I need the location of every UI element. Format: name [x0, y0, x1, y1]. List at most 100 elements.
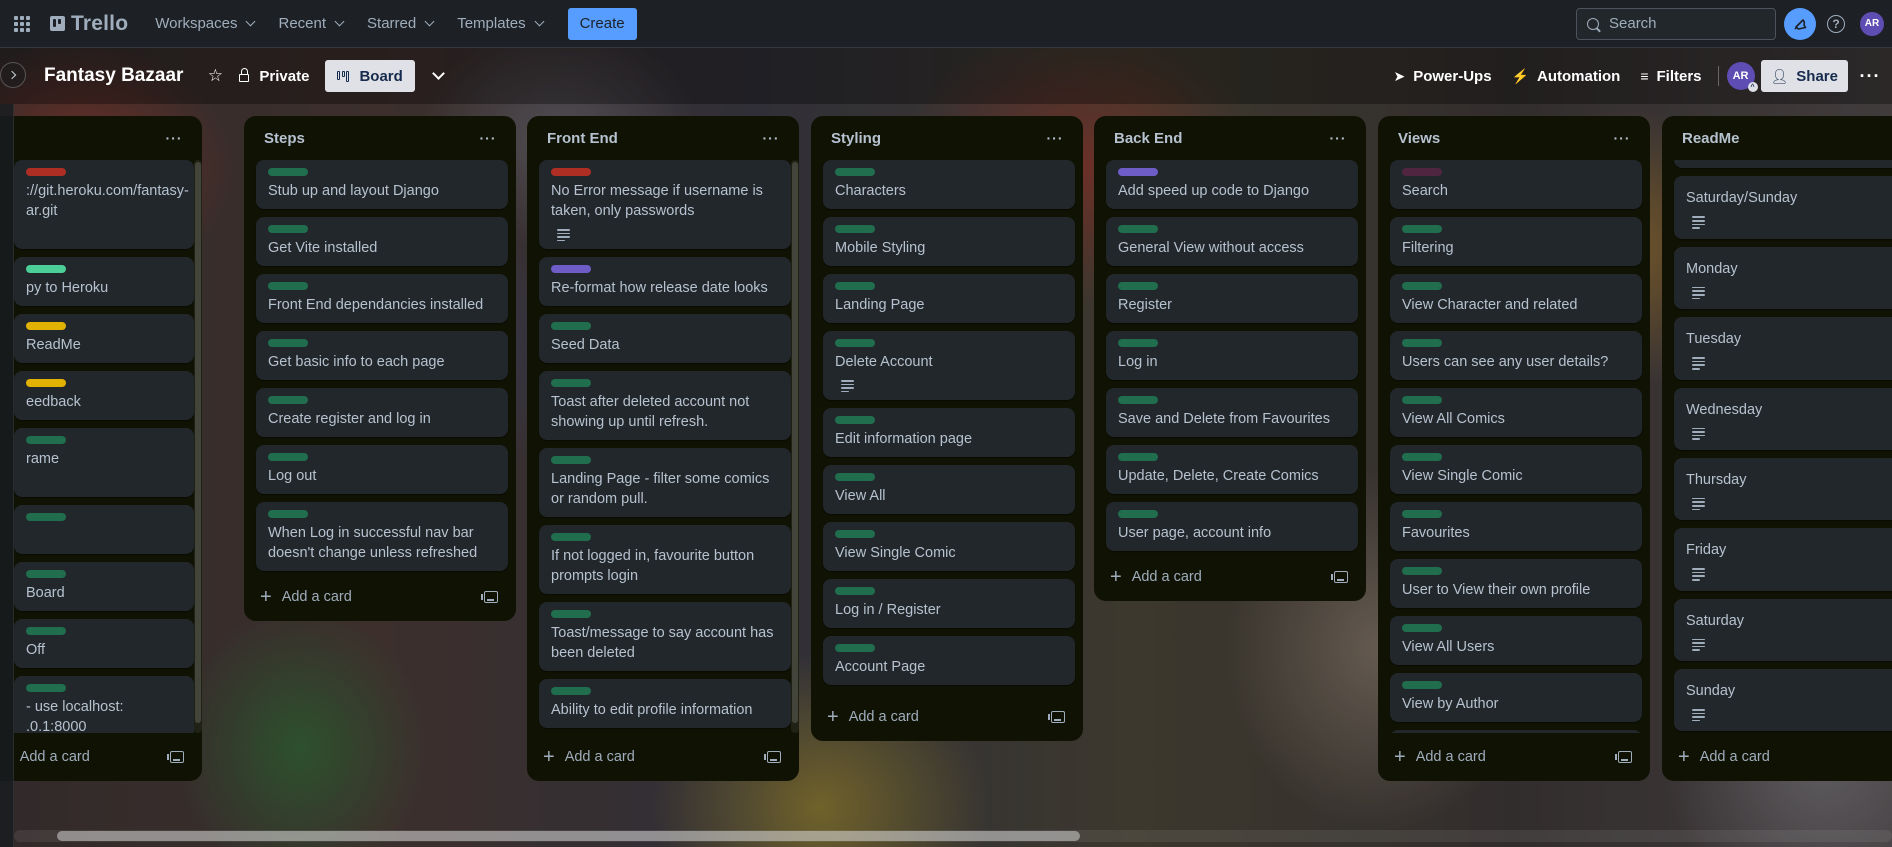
card-label-green[interactable] — [268, 453, 308, 461]
card-label-green[interactable] — [835, 587, 875, 596]
card[interactable]: Seed Data — [539, 314, 791, 364]
create-from-template-icon[interactable] — [167, 751, 184, 763]
list-title[interactable]: Front End — [547, 130, 755, 147]
list-title[interactable]: Styling — [831, 130, 1039, 147]
list-scrollbar[interactable] — [791, 160, 799, 733]
list-actions-button[interactable]: ··· — [755, 122, 787, 154]
card-label-green[interactable] — [1118, 396, 1158, 404]
help-button[interactable]: ? — [1820, 8, 1852, 40]
card[interactable]: Monday — [1674, 246, 1892, 310]
card[interactable]: General View without access — [1106, 217, 1358, 266]
card-label-yellow[interactable] — [26, 322, 66, 330]
switch-view-button[interactable] — [423, 60, 455, 92]
card-label-green[interactable] — [835, 644, 875, 653]
card[interactable]: eedback — [14, 371, 194, 420]
card-label-green[interactable] — [268, 168, 308, 176]
list-header[interactable]: ReadMe — [1662, 116, 1892, 160]
card[interactable]: Add speed up code to Django — [1106, 160, 1358, 209]
nav-recent[interactable]: Recent — [267, 8, 354, 40]
card-label-green[interactable] — [835, 416, 875, 425]
card-label-green[interactable] — [1402, 453, 1442, 461]
card[interactable]: Filtering — [1390, 217, 1642, 266]
card-label-green[interactable] — [268, 339, 308, 347]
card[interactable]: Landing Page - filter some comics or ran… — [539, 448, 791, 518]
list-title[interactable]: Back End — [1114, 130, 1322, 147]
account-avatar[interactable]: AR — [1860, 11, 1884, 36]
card-label-green[interactable] — [26, 513, 66, 521]
card[interactable]: Edit information page — [823, 408, 1075, 458]
card[interactable]: Wednesday — [1674, 387, 1892, 450]
board-menu-button[interactable]: ··· — [1854, 60, 1886, 92]
card[interactable]: Save and Delete from Favourites — [1106, 388, 1358, 437]
card[interactable]: Account Page — [823, 636, 1075, 686]
card[interactable]: User to View their own profile — [1390, 559, 1642, 608]
add-card-button[interactable]: + Add a card — [1110, 567, 1334, 587]
add-card-button[interactable]: + Add a card — [260, 587, 484, 607]
card-label-green[interactable] — [1402, 681, 1442, 689]
card[interactable]: py to Heroku — [14, 257, 194, 306]
card[interactable]: Ability to edit profile information — [539, 679, 791, 729]
list-title[interactable]: ning — [0, 130, 158, 147]
card-label-green[interactable] — [551, 533, 591, 542]
card-label-green[interactable] — [551, 687, 591, 696]
list-header[interactable]: ning ··· — [0, 116, 202, 160]
card[interactable]: Search — [1390, 160, 1642, 209]
card-label-purple[interactable] — [551, 265, 591, 274]
card-label-green[interactable] — [551, 456, 591, 465]
card-label-green[interactable] — [1402, 510, 1442, 518]
list-scrollbar-thumb[interactable] — [195, 162, 201, 723]
card[interactable]: Log out — [256, 445, 508, 494]
card[interactable]: Toast/message to say account has been de… — [539, 602, 791, 672]
list-title[interactable]: Views — [1398, 130, 1606, 147]
horizontal-scrollbar[interactable] — [14, 830, 1892, 842]
card[interactable]: Saturday/Sunday — [1674, 176, 1892, 239]
card[interactable]: Mobile Styling — [823, 217, 1075, 266]
card-label-green[interactable] — [1402, 339, 1442, 347]
card[interactable]: Thursday — [1674, 457, 1892, 521]
card-label-green[interactable] — [551, 610, 591, 619]
board-title[interactable]: Fantasy Bazaar — [40, 65, 187, 87]
list-actions-button[interactable]: ··· — [1606, 122, 1638, 154]
create-from-template-icon[interactable] — [481, 591, 498, 603]
card[interactable]: ReadMe — [14, 314, 194, 363]
card-label-magenta[interactable] — [1402, 168, 1442, 176]
board-member-avatar[interactable]: AR ^ — [1726, 62, 1758, 92]
app-switcher-button[interactable] — [6, 8, 38, 40]
card[interactable]: Create register and log in — [256, 388, 508, 437]
card[interactable]: ://git.heroku.com/fantasy- ar.git — [14, 160, 194, 249]
card[interactable]: Update, Delete, Create Comics — [1106, 445, 1358, 494]
list-actions-button[interactable]: ··· — [1322, 122, 1354, 154]
list-actions-button[interactable]: ··· — [472, 122, 504, 154]
list-header[interactable]: Steps ··· — [244, 116, 516, 160]
card[interactable]: Off — [14, 619, 194, 668]
add-card-button[interactable]: + Add a card — [1678, 747, 1892, 767]
card-label-teal[interactable] — [26, 265, 66, 273]
card[interactable]: Friday — [1674, 528, 1892, 591]
card-label-green[interactable] — [268, 282, 308, 290]
card-label-green[interactable] — [1118, 225, 1158, 233]
list-header[interactable]: Back End ··· — [1094, 116, 1366, 160]
card[interactable]: View by Artist — [1390, 730, 1642, 733]
card-label-green[interactable] — [1402, 282, 1442, 290]
notifications-button[interactable] — [1784, 7, 1816, 40]
card[interactable]: Get Vite installed — [256, 217, 508, 266]
card[interactable]: No Error message if username is taken, o… — [539, 160, 791, 250]
nav-templates[interactable]: Templates — [446, 8, 553, 40]
card[interactable]: rame — [14, 428, 194, 497]
board-view-button[interactable]: Board — [325, 60, 415, 92]
list-scrollbar[interactable] — [194, 160, 202, 733]
card-label-green[interactable] — [1402, 396, 1442, 404]
create-from-template-icon[interactable] — [1615, 751, 1632, 763]
collapsed-sidebar[interactable] — [0, 104, 14, 847]
card-label-green[interactable] — [26, 627, 66, 635]
card-label-green[interactable] — [1118, 453, 1158, 461]
card[interactable]: Tuesday — [1674, 317, 1892, 380]
card-label-green[interactable] — [835, 168, 875, 176]
share-button[interactable]: 👤︎ Share — [1760, 60, 1848, 92]
card-label-green[interactable] — [1402, 567, 1442, 575]
list-header[interactable]: Views ··· — [1378, 116, 1650, 160]
card-label-green[interactable] — [835, 473, 875, 482]
card[interactable]: Favourites — [1390, 502, 1642, 551]
create-button[interactable]: Create — [567, 7, 637, 40]
card[interactable]: Board — [14, 562, 194, 611]
